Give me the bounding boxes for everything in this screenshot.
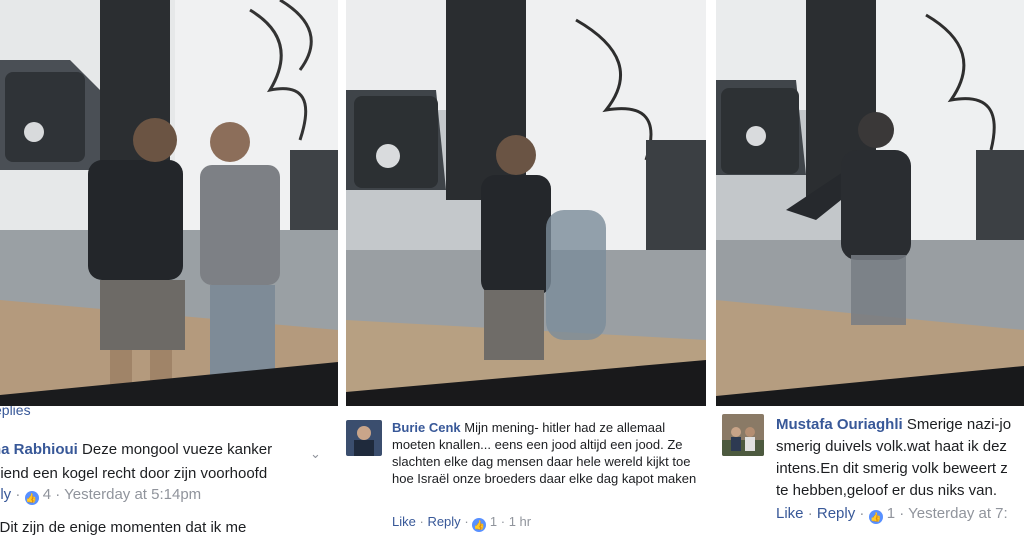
comment: na Rabhioui Deze mongool vueze kanker ⌄ …: [0, 438, 338, 486]
comment-section-2: Burie Cenk Mijn mening- hitler had ze al…: [346, 406, 706, 536]
next-comment-text: l Dit zijn de enige momenten dat ik me: [0, 519, 247, 536]
next-comment-partial: l Dit zijn de enige momenten dat ik me: [0, 519, 246, 536]
comment-author[interactable]: Mustafa Ouriaghli: [776, 416, 903, 433]
video-frame-image-2: [346, 0, 706, 406]
comment: Mustafa Ouriaghli Smerige nazi-jo smerig…: [776, 414, 1024, 502]
commenter-avatar[interactable]: [346, 420, 382, 456]
comment-text-line-2: diend een kogel recht door zijn voorhoof…: [0, 465, 268, 482]
avatar-image: [346, 420, 382, 456]
video-frame-1: [0, 0, 338, 406]
comment-actions: Like · Reply · 👍 1 · 1 hr: [392, 514, 532, 532]
reply-link[interactable]: ply: [0, 486, 11, 503]
commenter-avatar[interactable]: [722, 414, 764, 456]
like-count[interactable]: 1: [490, 514, 497, 529]
screenshot-panel-1: eplies na Rabhioui Deze mongool vueze ka…: [0, 0, 338, 536]
like-link[interactable]: Like: [776, 505, 804, 522]
comment: Burie Cenk Mijn mening- hitler had ze al…: [392, 419, 704, 487]
comment-text-line-1: Deze mongool vueze kanker: [82, 441, 273, 458]
comment-timestamp[interactable]: Yesterday at 5:14pm: [64, 486, 201, 503]
reply-link[interactable]: Reply: [817, 505, 855, 522]
comment-actions: ply · 👍 4 · Yesterday at 5:14pm: [0, 486, 201, 505]
view-replies-link[interactable]: eplies: [0, 406, 31, 418]
comment-timestamp[interactable]: 1 hr: [509, 514, 531, 529]
comment-actions: Like · Reply · 👍 1 · Yesterday at 7:: [776, 505, 1008, 524]
video-frame-image-1: [0, 0, 338, 406]
like-count[interactable]: 4: [43, 486, 51, 503]
comment-timestamp[interactable]: Yesterday at 7:: [908, 505, 1008, 522]
video-frame-image-3: [716, 0, 1024, 406]
comment-text-line-2: smerig duivels volk.wat haat ik dez: [776, 438, 1007, 455]
thumbs-up-icon[interactable]: 👍: [868, 510, 883, 524]
comment-section-1: eplies na Rabhioui Deze mongool vueze ka…: [0, 406, 338, 536]
like-count[interactable]: 1: [887, 505, 895, 522]
comment-text-line-4: te hebben,geloof er dus niks van.: [776, 482, 997, 499]
screenshot-panel-3: Mustafa Ouriaghli Smerige nazi-jo smerig…: [716, 0, 1024, 536]
thumbs-up-icon[interactable]: 👍: [24, 491, 39, 505]
chevron-down-icon[interactable]: ⌄: [310, 442, 321, 466]
comment-author[interactable]: na Rabhioui: [0, 441, 78, 458]
comment-author[interactable]: Burie Cenk: [392, 420, 461, 435]
comment-text-line-3: intens.En dit smerig volk beweert z: [776, 460, 1008, 477]
reply-link[interactable]: Reply: [427, 514, 460, 529]
comment-section-3: Mustafa Ouriaghli Smerige nazi-jo smerig…: [716, 406, 1024, 536]
thumbs-up-icon[interactable]: 👍: [472, 518, 487, 532]
avatar-image: [722, 414, 764, 456]
video-frame-2: [346, 0, 706, 406]
like-link[interactable]: Like: [392, 514, 416, 529]
comment-text-line-1: Smerige nazi-jo: [906, 416, 1012, 433]
video-frame-3: [716, 0, 1024, 406]
screenshot-panel-2: Burie Cenk Mijn mening- hitler had ze al…: [346, 0, 706, 536]
